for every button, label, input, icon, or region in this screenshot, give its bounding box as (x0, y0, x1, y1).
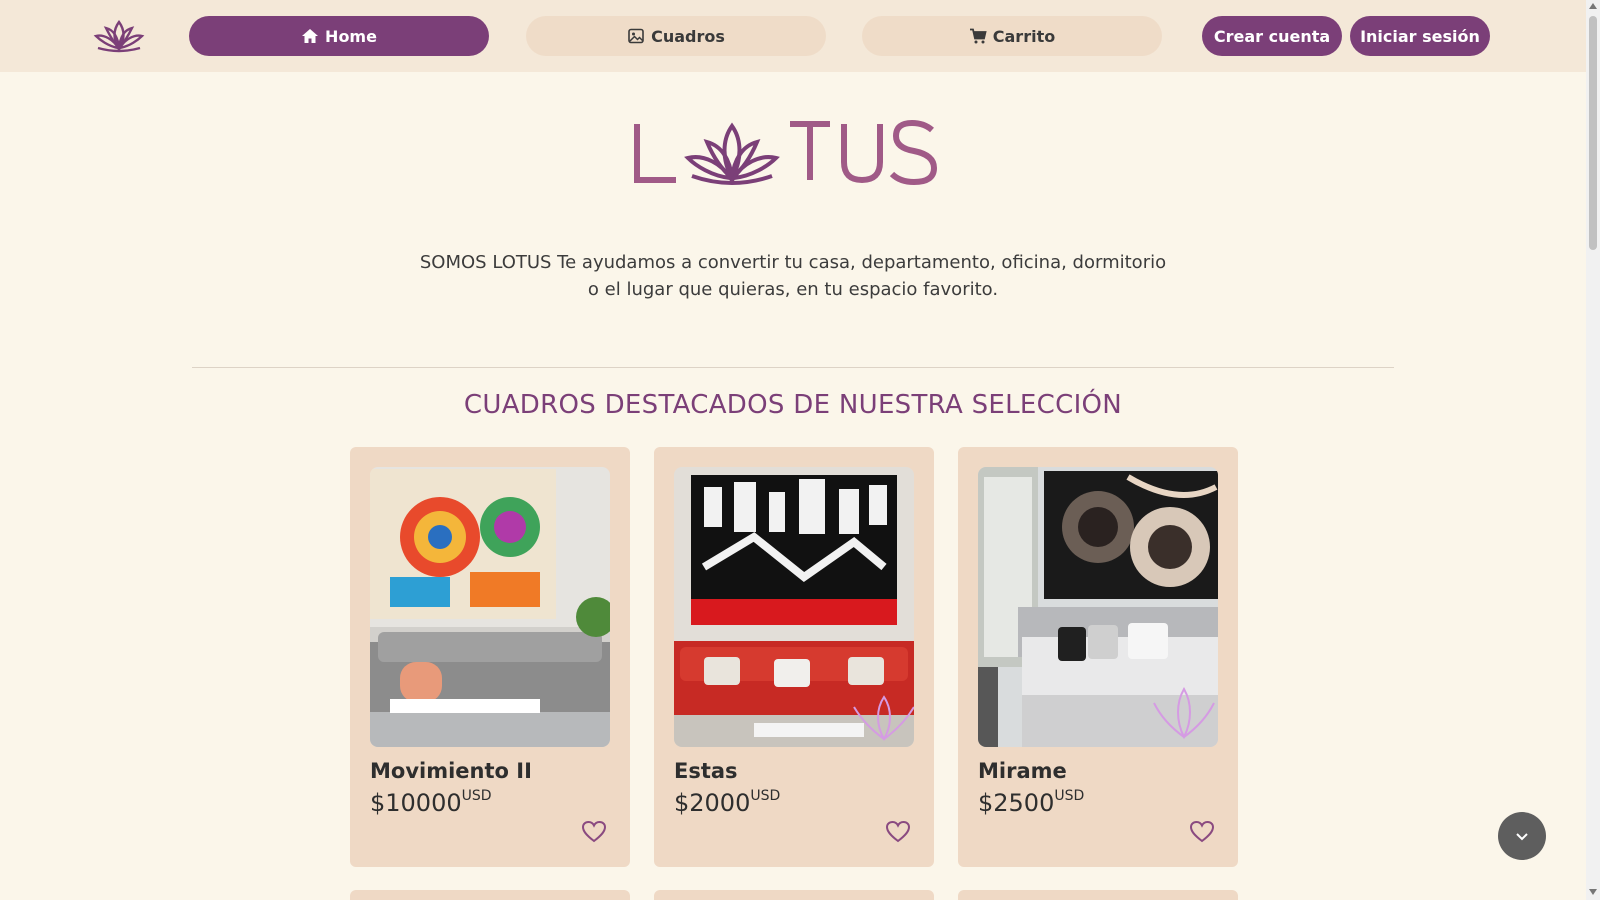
product-price-amount: $10000 (370, 789, 462, 817)
product-name[interactable]: Estas (674, 759, 738, 783)
hero-tagline-line-2: o el lugar que quieras, en tu espacio fa… (587, 279, 999, 300)
product-price: $2000USD (674, 788, 781, 817)
section-divider (192, 367, 1394, 368)
nav-cart-button[interactable]: Carrito (862, 16, 1162, 56)
product-price-currency: USD (1054, 788, 1085, 804)
login-button[interactable]: Iniciar sesión (1350, 16, 1490, 56)
product-card-estas[interactable]: Estas $2000USD (654, 447, 934, 867)
lotus-logo-icon[interactable] (92, 18, 146, 54)
product-card-next-row[interactable] (654, 890, 934, 900)
scroll-up-arrow-icon[interactable] (1589, 3, 1597, 9)
product-name[interactable]: Mirame (978, 759, 1067, 783)
nav-paintings-label: Cuadros (651, 26, 725, 46)
home-icon (302, 29, 319, 43)
cart-icon (969, 28, 987, 44)
product-image-estas[interactable] (674, 467, 914, 747)
product-card-next-row[interactable] (958, 890, 1238, 900)
product-price: $10000USD (370, 788, 492, 817)
create-account-button[interactable]: Crear cuenta (1202, 16, 1342, 56)
favorite-heart-icon[interactable] (1189, 820, 1215, 844)
nav-paintings-button[interactable]: Cuadros (526, 16, 826, 56)
product-price-currency: USD (750, 788, 781, 804)
hero-tagline-line-1: SOMOS LOTUS Te ayudamos a convertir tu c… (419, 252, 1167, 273)
product-card-next-row[interactable] (350, 890, 630, 900)
favorite-heart-icon[interactable] (885, 820, 911, 844)
product-price-amount: $2500 (978, 789, 1055, 817)
hero-tagline: SOMOS LOTUS Te ayudamos a convertir tu c… (400, 249, 1186, 303)
product-name[interactable]: Movimiento II (370, 759, 532, 783)
page-scrollbar[interactable] (1586, 0, 1600, 900)
nav-home-label: Home (325, 26, 377, 46)
scroll-down-arrow-icon[interactable] (1589, 889, 1597, 895)
chevron-down-icon (1516, 833, 1528, 841)
nav-home-button[interactable]: Home (189, 16, 489, 56)
scroll-down-button[interactable] (1498, 812, 1546, 860)
product-price-amount: $2000 (674, 789, 751, 817)
scrollbar-thumb[interactable] (1589, 16, 1597, 250)
product-card-mirame[interactable]: Mirame $2500USD (958, 447, 1238, 867)
lotus-brand-logo (634, 119, 938, 186)
image-icon (628, 28, 644, 44)
product-image-mirame[interactable] (978, 467, 1218, 747)
product-image-movimiento-ii[interactable] (370, 467, 610, 747)
top-navbar: Home Cuadros Carrito Crear cuenta Inicia… (0, 0, 1586, 72)
nav-cart-label: Carrito (992, 26, 1056, 46)
product-price-currency: USD (461, 788, 492, 804)
favorite-heart-icon[interactable] (581, 820, 607, 844)
featured-section-title: CUADROS DESTACADOS DE NUESTRA SELECCIÓN (463, 390, 1123, 420)
product-price: $2500USD (978, 788, 1085, 817)
product-card-movimiento-ii[interactable]: Movimiento II $10000USD (350, 447, 630, 867)
